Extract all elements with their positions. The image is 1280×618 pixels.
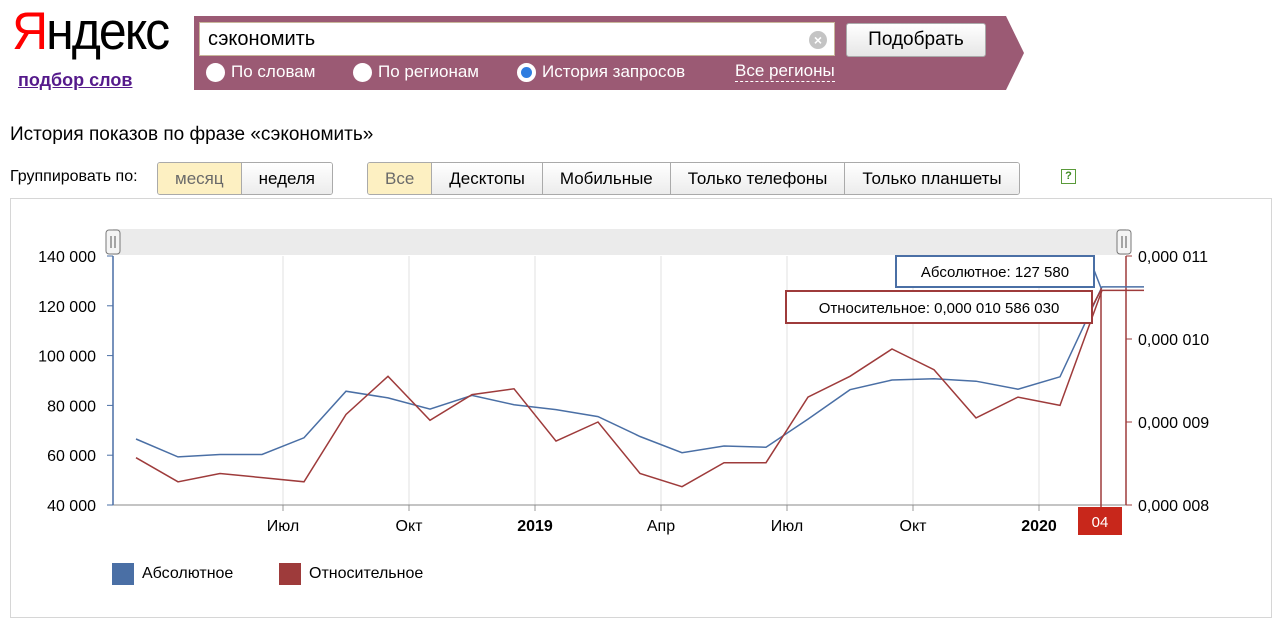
legend-swatch-absolute [112, 563, 134, 585]
range-selector-band [113, 229, 1126, 255]
tooltip-relative-text: Относительное: 0,000 010 586 030 [819, 300, 1060, 317]
x-tick-label: 2020 [1021, 518, 1057, 535]
legend-absolute-label: Абсолютное [142, 565, 234, 582]
y-left-tick-label: 120 000 [38, 299, 96, 316]
history-chart: Июл Окт 2019 Апр Июл Окт 2020 140 000 120 000 100… [38, 229, 1209, 535]
tooltip-absolute-pointer [1093, 269, 1102, 289]
x-tick-label: Апр [647, 518, 675, 535]
legend-relative[interactable]: Относительное [279, 563, 423, 585]
x-tick-label: 2019 [517, 518, 553, 535]
x-tick-label: Окт [900, 518, 928, 535]
x-tick-label: Июл [267, 518, 299, 535]
legend-relative-label: Относительное [309, 565, 424, 582]
y-left-tick-label: 140 000 [38, 249, 96, 266]
x-tick-label: Июл [771, 518, 803, 535]
tooltip-absolute-text: Абсолютное: 127 580 [921, 264, 1069, 281]
y-left-tick-label: 40 000 [47, 498, 96, 515]
x-marker-label: 04 [1092, 514, 1109, 531]
legend-absolute[interactable]: Абсолютное [112, 563, 233, 585]
y-right-tick-label: 0,000 008 [1138, 498, 1209, 515]
y-right-tick-label: 0,000 010 [1138, 332, 1209, 349]
x-tick-label: Окт [396, 518, 424, 535]
legend-swatch-relative [279, 563, 301, 585]
range-handle-right-icon[interactable] [1116, 229, 1132, 255]
y-left-tick-label: 60 000 [47, 448, 96, 465]
y-left-tick-label: 100 000 [38, 349, 96, 366]
range-handle-left-icon[interactable] [105, 229, 121, 255]
y-right-tick-label: 0,000 011 [1138, 249, 1208, 266]
y-left-tick-label: 80 000 [47, 398, 96, 415]
y-right-tick-label: 0,000 009 [1138, 415, 1209, 432]
